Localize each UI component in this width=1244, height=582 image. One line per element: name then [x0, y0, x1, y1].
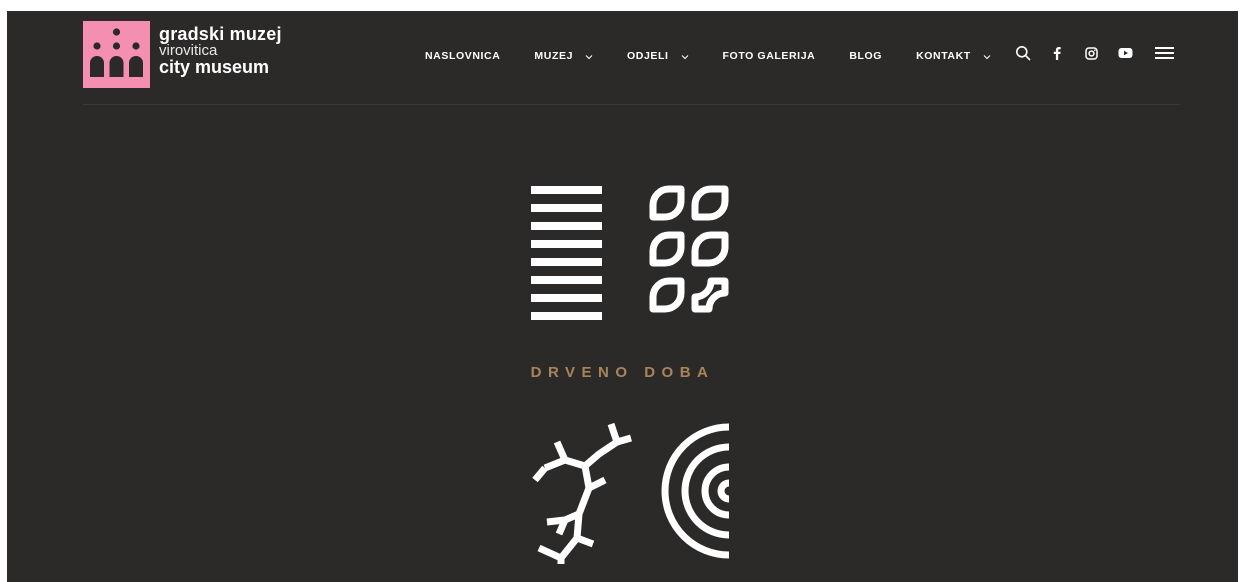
- tree-rings-icon: [661, 423, 730, 559]
- branch-icon: [532, 422, 632, 564]
- leaves-icon: [649, 185, 729, 313]
- page: gradski muzej virovitica city museum NAS…: [7, 11, 1238, 582]
- hero-title: DRVENO DOBA: [530, 364, 715, 381]
- hero-section: DRVENO DOBA: [7, 11, 1238, 582]
- stripes-icon: [531, 186, 602, 320]
